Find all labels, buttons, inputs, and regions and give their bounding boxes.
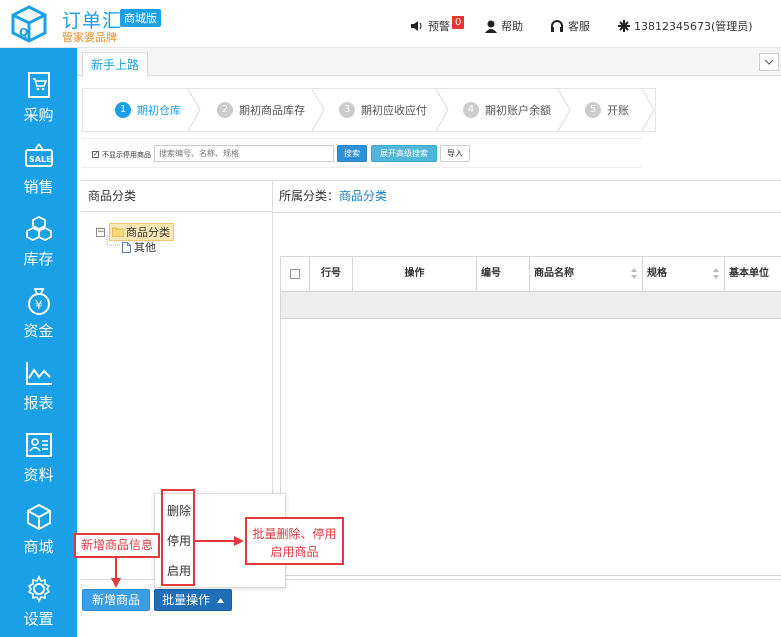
callout-line: 批量删除、停用 — [252, 527, 337, 541]
callout-line: 启用商品 — [270, 545, 319, 559]
batch-operations-label: 批量操作 — [162, 593, 211, 607]
batch-annotation-callout: 批量删除、停用 启用商品 — [245, 517, 344, 565]
add-product-button[interactable]: 新增商品 — [82, 589, 150, 611]
caret-up-icon — [216, 598, 224, 603]
add-annotation-callout: 新增商品信息 — [74, 533, 160, 558]
batch-operations-button[interactable]: 批量操作 — [154, 589, 232, 611]
